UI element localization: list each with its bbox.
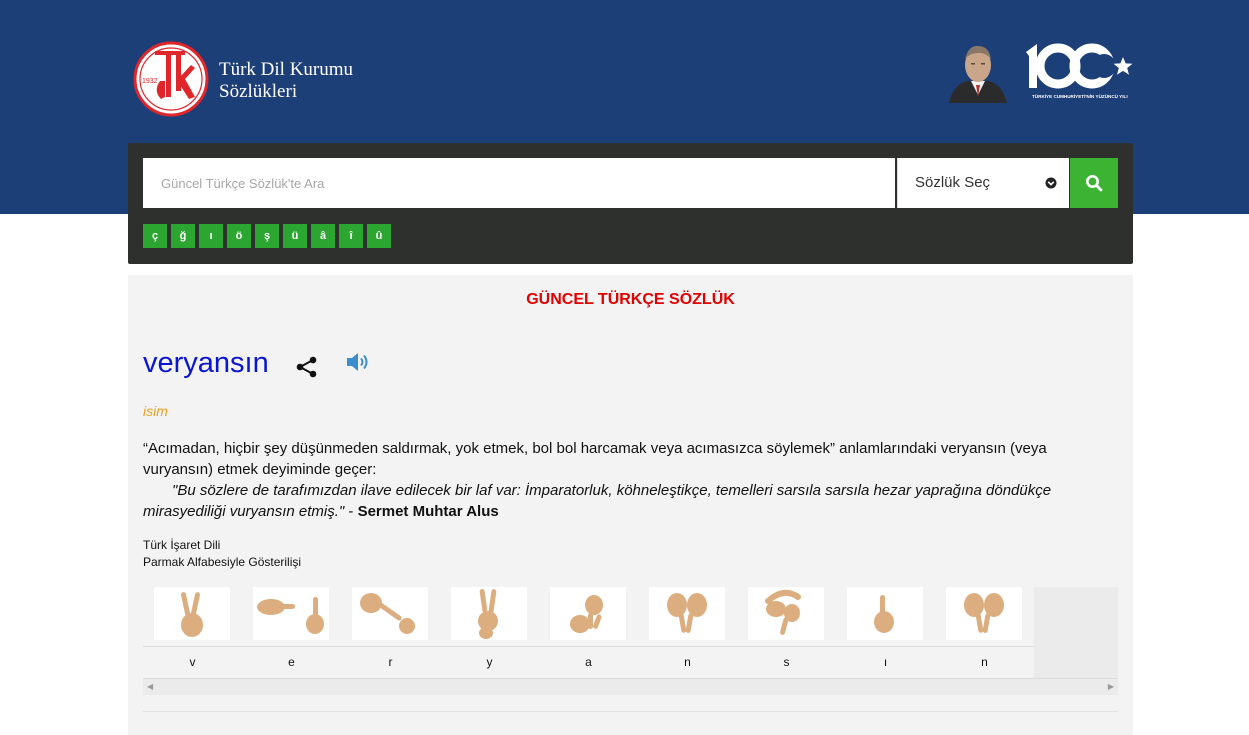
result-panel: GÜNCEL TÜRKÇE SÖZLÜK veryansın isim “Acı… [128, 275, 1133, 735]
search-panel: Sözlük Seç ç ğ ı ö ş ü â î û [128, 143, 1133, 264]
sign-language-title: Türk İşaret Dili [143, 538, 221, 552]
example-quote: "Bu sözlere de tarafımızdan ilave edilec… [143, 482, 1052, 520]
letter-button-a-circumflex[interactable]: â [311, 224, 335, 248]
hand-sign-e-image [253, 587, 329, 640]
example-sentence: "Bu sözlere de tarafımızdan ilave edilec… [143, 480, 1103, 522]
search-icon [1086, 175, 1103, 192]
tdk-logo[interactable]: 1932 [133, 41, 209, 117]
letter-button-o-umlaut[interactable]: ö [227, 224, 251, 248]
hand-sign-i-image [847, 587, 923, 640]
scroll-right-arrow-icon[interactable]: ▶ [1108, 682, 1114, 691]
hand-sign-n-image [649, 587, 725, 640]
letter-button-s-cedilla[interactable]: ş [255, 224, 279, 248]
centennial-caption: TÜRKİYE CUMHURİYETİ'NİN YÜZÜNCÜ YILI [1032, 94, 1128, 99]
chevron-down-icon [1045, 177, 1057, 189]
dictionary-select-value: Sözlük Seç [915, 174, 991, 191]
brand-line1: Türk Dil Kurumu [219, 59, 354, 80]
sign-letter: v [189, 655, 196, 669]
letter-button-u-circumflex[interactable]: û [367, 224, 391, 248]
sign-cell: n [935, 587, 1034, 679]
sign-letter: e [288, 655, 295, 669]
search-button[interactable] [1070, 158, 1118, 208]
sign-alphabet-row: v e r y a n s ı n [143, 587, 1034, 679]
hand-sign-n-image [946, 587, 1022, 640]
sign-cell: v [143, 587, 242, 679]
hand-sign-a-image [550, 587, 626, 640]
sign-cell: r [341, 587, 440, 679]
letter-button-c-cedilla[interactable]: ç [143, 224, 167, 248]
sign-language-heading: Türk İşaret Dili Parmak Alfabesiyle Göst… [143, 537, 301, 571]
sign-letter: y [486, 655, 493, 669]
sign-letter: ı [883, 655, 888, 669]
example-author: Sermet Muhtar Alus [357, 503, 499, 520]
sign-language-subtitle: Parmak Alfabesiyle Gösterilişi [143, 555, 302, 569]
sign-cell: a [539, 587, 638, 679]
sign-cell: e [242, 587, 341, 679]
part-of-speech: isim [143, 403, 168, 419]
hand-sign-r-image [352, 587, 428, 640]
definition-text: “Acımadan, hiçbir şey düşünmeden saldırm… [143, 440, 1047, 478]
sign-letter: n [981, 655, 988, 669]
sign-cell: n [638, 587, 737, 679]
centennial-mark-icon [1026, 43, 1133, 89]
sign-alphabet-scroller[interactable]: v e r y a n s ı n ◀ ▶ [143, 587, 1118, 695]
scroller-divider [143, 678, 1118, 679]
sign-cell: y [440, 587, 539, 679]
speaker-icon[interactable] [346, 352, 372, 372]
sign-divider [143, 646, 1034, 647]
hand-sign-v-image [154, 587, 230, 640]
sign-letter: a [585, 655, 592, 669]
hand-sign-y-image [451, 587, 527, 640]
share-icon[interactable] [296, 356, 318, 378]
sign-cell: ı [836, 587, 935, 679]
example-separator: - [344, 503, 358, 520]
sign-letter: n [684, 655, 691, 669]
letter-button-u-umlaut[interactable]: ü [283, 224, 307, 248]
headword: veryansın [143, 347, 269, 379]
scroll-left-arrow-icon[interactable]: ◀ [147, 682, 153, 691]
dictionary-select[interactable]: Sözlük Seç [897, 158, 1069, 208]
letter-button-dotless-i[interactable]: ı [199, 224, 223, 248]
letter-button-g-breve[interactable]: ğ [171, 224, 195, 248]
brand-line2: Sözlükleri [219, 81, 298, 102]
search-input[interactable] [143, 158, 895, 208]
ataturk-portrait [949, 45, 1007, 103]
brand-title[interactable]: Türk Dil Kurumu Sözlükleri [219, 59, 353, 103]
centennial-logo[interactable]: TÜRKİYE CUMHURİYETİ'NİN YÜZÜNCÜ YILI [1020, 40, 1136, 104]
hand-sign-s-image [748, 587, 824, 640]
sign-letter: s [783, 655, 790, 669]
sign-cell: s [737, 587, 836, 679]
svg-text:1932: 1932 [142, 78, 158, 85]
sign-letter: r [388, 655, 393, 669]
content-divider [143, 711, 1118, 712]
dictionary-title: GÜNCEL TÜRKÇE SÖZLÜK [526, 291, 735, 308]
letter-button-i-circumflex[interactable]: î [339, 224, 363, 248]
